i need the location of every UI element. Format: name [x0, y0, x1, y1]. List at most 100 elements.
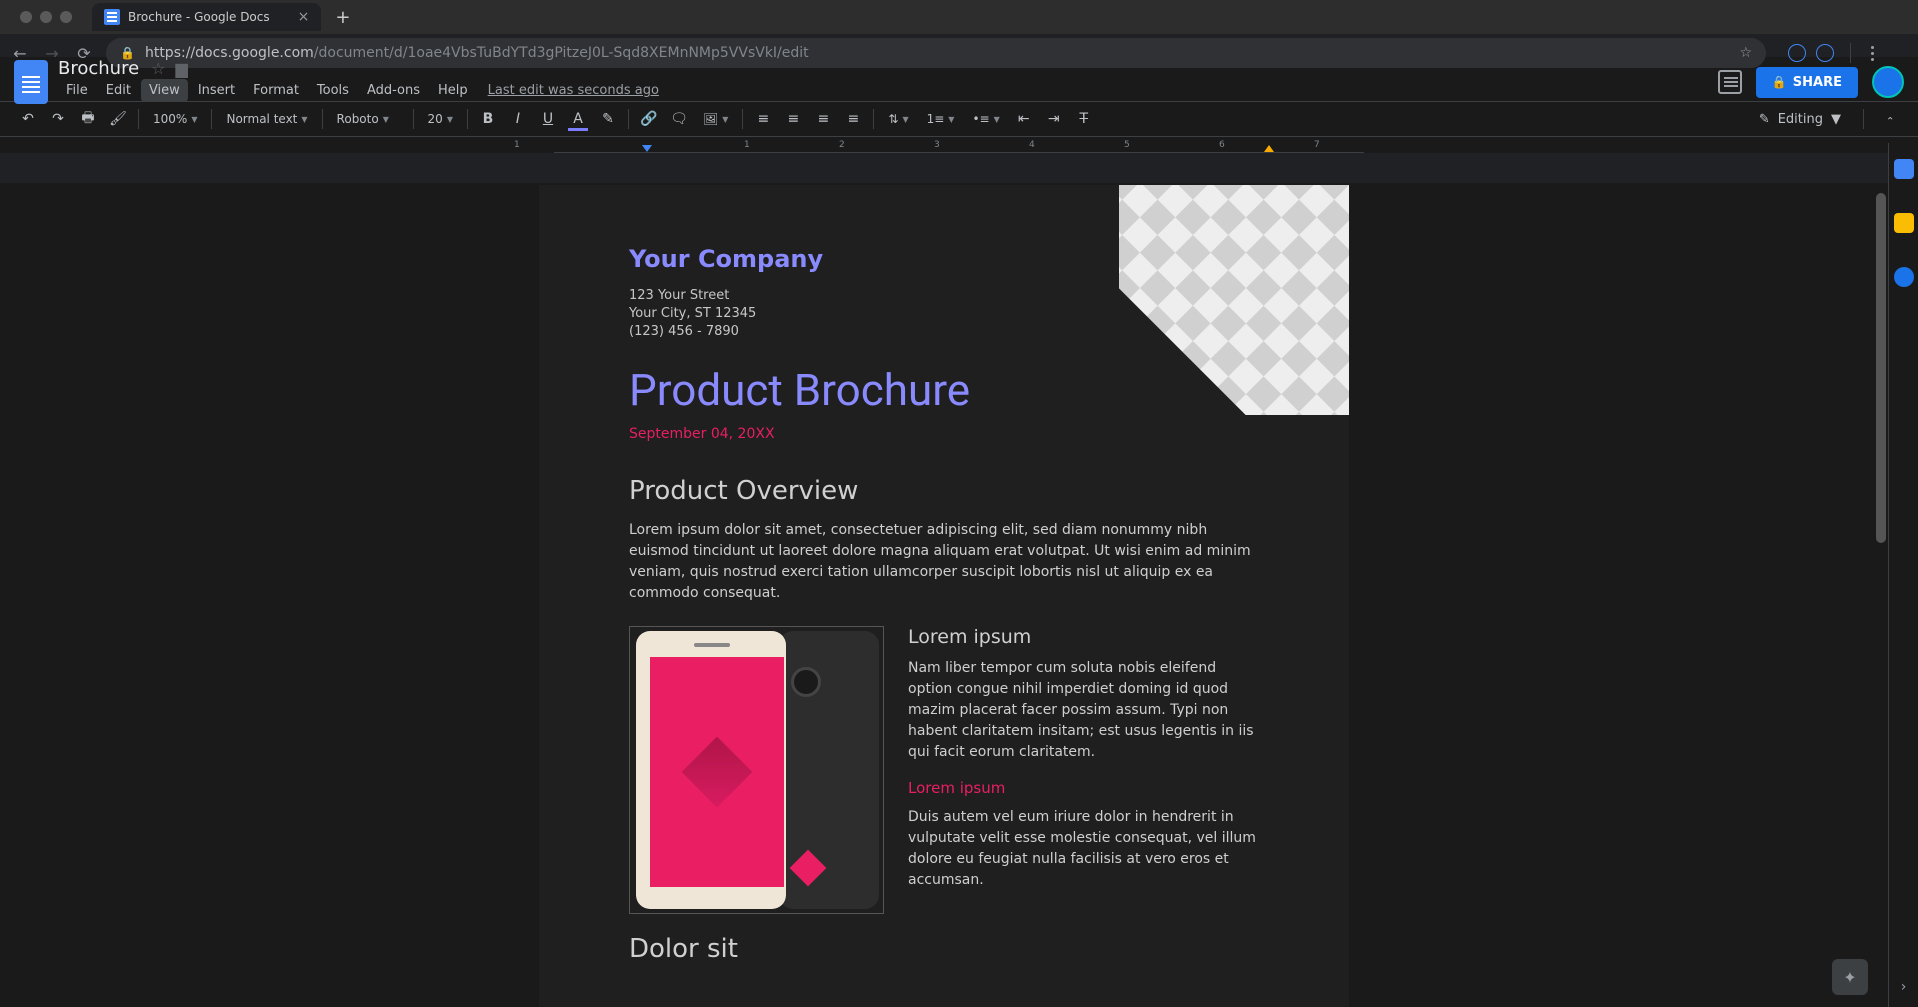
sub2-body[interactable]: Duis autem vel eum iriure dolor in hendr…	[908, 807, 1259, 891]
italic-button[interactable]: I	[504, 105, 532, 133]
docs-logo[interactable]	[14, 60, 48, 104]
toolbar-right: ✎ Editing ▼ ⌄	[1749, 105, 1904, 133]
underline-button[interactable]: U	[534, 105, 562, 133]
keep-icon[interactable]	[1894, 213, 1914, 233]
browser-menu-button[interactable]	[1867, 42, 1878, 65]
bold-button[interactable]: B	[474, 105, 502, 133]
right-column[interactable]: Lorem ipsum Nam liber tempor cum soluta …	[908, 626, 1259, 914]
separator	[628, 109, 629, 129]
menu-insert[interactable]: Insert	[190, 79, 243, 102]
font-dropdown[interactable]: Roboto▼	[329, 112, 407, 126]
close-window-dot[interactable]	[20, 11, 32, 23]
corner-decoration	[1119, 185, 1349, 415]
menu-add-ons[interactable]: Add-ons	[359, 79, 428, 102]
decrease-indent-button[interactable]: ⇤	[1010, 105, 1038, 133]
document-page[interactable]: Your Company 123 Your Street Your City, …	[539, 185, 1349, 1007]
last-edit-link[interactable]: Last edit was seconds ago	[488, 83, 659, 98]
redo-button[interactable]: ↷	[44, 105, 72, 133]
side-panel: ›	[1888, 143, 1918, 1007]
account-avatar[interactable]	[1872, 66, 1904, 98]
align-center-button[interactable]: ≡	[779, 105, 807, 133]
separator	[413, 109, 414, 129]
menu-format[interactable]: Format	[245, 79, 307, 102]
extension-icon-1[interactable]	[1788, 44, 1806, 62]
browser-tab[interactable]: Brochure - Google Docs ×	[92, 3, 321, 31]
hide-sidepanel-button[interactable]: ›	[1901, 979, 1907, 995]
indent-marker[interactable]	[642, 145, 652, 152]
separator	[138, 109, 139, 129]
tab-close-icon[interactable]: ×	[298, 9, 310, 25]
align-right-button[interactable]: ≡	[809, 105, 837, 133]
horizontal-ruler[interactable]: 1 1 2 3 4 5 6 7	[0, 137, 1918, 153]
line-spacing-button[interactable]: ⇅▼	[880, 112, 916, 126]
tab-title: Brochure - Google Docs	[128, 10, 270, 24]
separator	[873, 109, 874, 129]
paint-format-button[interactable]: 🖌	[104, 105, 132, 133]
menu-edit[interactable]: Edit	[98, 79, 139, 102]
lock-icon: 🔒	[1772, 75, 1787, 89]
separator	[467, 109, 468, 129]
bookmark-star-icon[interactable]: ☆	[1739, 45, 1752, 61]
tasks-icon[interactable]	[1894, 267, 1914, 287]
menu-tools[interactable]: Tools	[309, 79, 357, 102]
document-date[interactable]: September 04, 20XX	[629, 426, 1259, 442]
separator	[211, 109, 212, 129]
separator	[322, 109, 323, 129]
scrollbar-thumb[interactable]	[1876, 193, 1886, 543]
comments-button[interactable]	[1718, 70, 1742, 94]
vertical-scrollbar[interactable]	[1874, 183, 1888, 1007]
menu-file[interactable]: File	[58, 79, 96, 102]
document-title[interactable]: Brochure	[58, 58, 139, 79]
font-size-dropdown[interactable]: 20▼	[420, 112, 461, 126]
star-icon[interactable]: ☆	[151, 59, 165, 78]
menu-bar: FileEditViewInsertFormatToolsAdd-onsHelp…	[58, 79, 659, 106]
menu-help[interactable]: Help	[430, 79, 476, 102]
overview-body[interactable]: Lorem ipsum dolor sit amet, consectetuer…	[629, 520, 1259, 604]
maximize-window-dot[interactable]	[60, 11, 72, 23]
paragraph-style-dropdown[interactable]: Normal text▼	[218, 112, 315, 126]
numbered-list-button[interactable]: 1≡▼	[919, 112, 963, 126]
pencil-icon: ✎	[1759, 112, 1770, 127]
insert-comment-button[interactable]: 🗨	[665, 105, 693, 133]
editing-mode-dropdown[interactable]: ✎ Editing ▼	[1749, 108, 1851, 131]
align-left-button[interactable]: ≡	[749, 105, 777, 133]
overview-heading[interactable]: Product Overview	[629, 476, 1259, 506]
clear-formatting-button[interactable]: T	[1070, 105, 1098, 133]
move-folder-icon[interactable]: ▆	[176, 59, 188, 78]
separator	[1863, 109, 1864, 129]
share-button[interactable]: 🔒 SHARE	[1756, 67, 1858, 98]
new-tab-button[interactable]: +	[335, 7, 350, 28]
undo-button[interactable]: ↶	[14, 105, 42, 133]
highlight-button[interactable]: ✎	[594, 105, 622, 133]
extension-icon-2[interactable]	[1816, 44, 1834, 62]
sub1-body[interactable]: Nam liber tempor cum soluta nobis eleife…	[908, 658, 1259, 763]
browser-chrome: Brochure - Google Docs × + ← → ⟳ 🔒 https…	[0, 0, 1918, 57]
print-button[interactable]: 🖶	[74, 105, 102, 133]
toolbar: ↶ ↷ 🖶 🖌 100%▼ Normal text▼ Roboto▼ 20▼ B…	[0, 101, 1918, 137]
text-color-button[interactable]: A	[564, 105, 592, 133]
insert-image-button[interactable]: 🖼▼	[695, 112, 736, 126]
product-image[interactable]	[629, 626, 884, 914]
title-actions: ☆ ▆	[151, 59, 188, 78]
title-row: Brochure ☆ ▆ FileEditViewInsertFormatToo…	[14, 63, 1904, 101]
zoom-dropdown[interactable]: 100%▼	[145, 112, 205, 126]
dolor-heading[interactable]: Dolor sit	[629, 934, 1259, 964]
window-controls[interactable]	[10, 11, 82, 23]
sub1-heading[interactable]: Lorem ipsum	[908, 626, 1259, 648]
increase-indent-button[interactable]: ⇥	[1040, 105, 1068, 133]
document-canvas[interactable]: Your Company 123 Your Street Your City, …	[0, 183, 1888, 1007]
right-indent-marker[interactable]	[1264, 145, 1274, 152]
explore-button[interactable]: ✦	[1832, 959, 1868, 995]
sub2-heading[interactable]: Lorem ipsum	[908, 779, 1259, 797]
calendar-icon[interactable]	[1894, 159, 1914, 179]
minimize-window-dot[interactable]	[40, 11, 52, 23]
two-column-section: Lorem ipsum Nam liber tempor cum soluta …	[629, 626, 1259, 914]
phone-front	[636, 631, 786, 909]
docs-favicon	[104, 9, 120, 25]
collapse-toolbar-button[interactable]: ⌄	[1876, 105, 1904, 133]
separator	[742, 109, 743, 129]
menu-view[interactable]: View	[141, 79, 188, 102]
bulleted-list-button[interactable]: •≡▼	[964, 112, 1007, 126]
align-justify-button[interactable]: ≡	[839, 105, 867, 133]
insert-link-button[interactable]: 🔗	[635, 105, 663, 133]
